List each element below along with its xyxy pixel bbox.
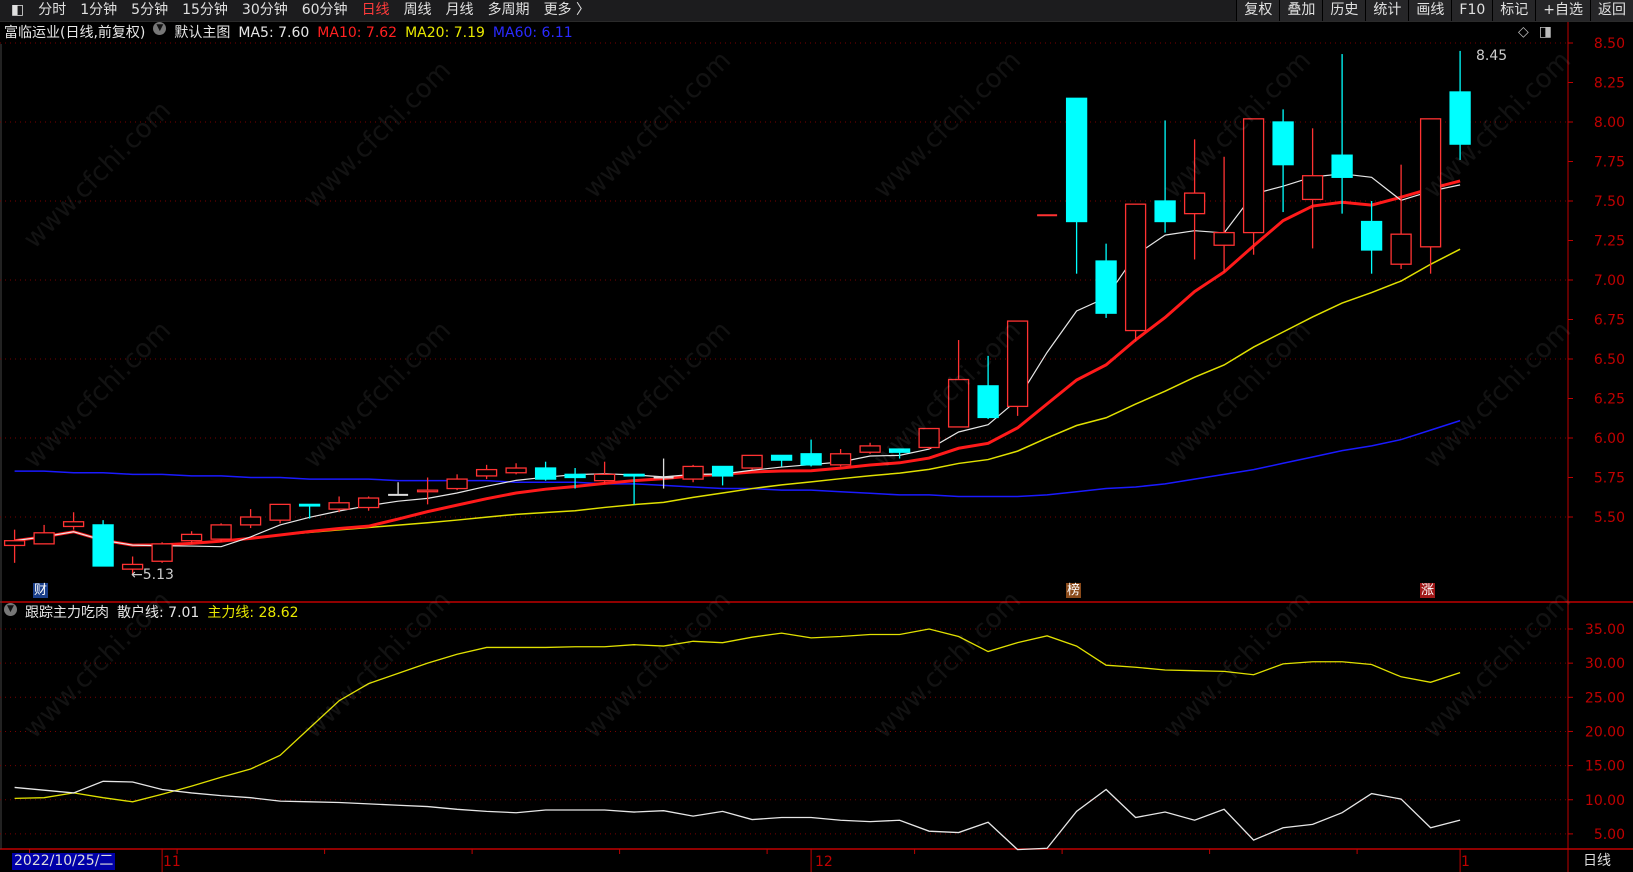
y-tick-label: 6.25 xyxy=(1594,392,1625,408)
cursor-date: 2022/10/25/二 xyxy=(12,853,116,870)
retail-line xyxy=(14,780,1461,851)
month-label-nov: 11 xyxy=(163,854,181,870)
y-tick-label: 7.00 xyxy=(1594,273,1625,289)
candle-body xyxy=(269,503,291,521)
candle-body xyxy=(298,503,321,507)
ma20-line xyxy=(14,248,1461,546)
candle-body xyxy=(947,378,970,428)
candle-body xyxy=(770,454,793,461)
period-label[interactable]: 日线 xyxy=(1583,853,1611,870)
y-tick-label: 7.50 xyxy=(1594,194,1625,210)
candle-body xyxy=(623,473,645,477)
sub-y-tick-label: 35.00 xyxy=(1585,622,1625,638)
main-force-line xyxy=(14,628,1461,803)
candle-body xyxy=(3,540,26,547)
y-tick-label: 6.00 xyxy=(1594,431,1625,447)
candle-body xyxy=(357,497,380,509)
candle-body xyxy=(741,454,763,469)
candle-body xyxy=(1331,154,1353,178)
financial-report-marker[interactable]: 财 xyxy=(33,583,49,598)
sub-y-tick-label: 25.00 xyxy=(1585,690,1625,706)
candle-body xyxy=(62,521,85,528)
candle-body xyxy=(800,453,822,466)
candle-body xyxy=(416,489,439,493)
candle-body xyxy=(1301,175,1324,201)
sub-y-tick-label: 10.00 xyxy=(1585,793,1625,809)
candle-body xyxy=(1390,233,1412,265)
y-tick-label: 6.75 xyxy=(1594,313,1625,329)
candle-body xyxy=(977,385,999,419)
candle-body xyxy=(239,516,262,526)
candle-body xyxy=(1449,91,1471,145)
candle-body xyxy=(1213,231,1235,246)
candle-body xyxy=(1272,121,1294,166)
candle-body xyxy=(328,502,350,510)
sub-y-tick-label: 5.00 xyxy=(1594,827,1625,843)
candle-body xyxy=(151,543,173,562)
candle-body xyxy=(1124,203,1147,332)
candle-body xyxy=(210,524,232,540)
candle-body xyxy=(1242,118,1265,234)
candle-body xyxy=(888,448,911,453)
candle-body xyxy=(33,532,55,545)
chart-canvas[interactable]: 8.50 8.25 8.00 7.75 7.50 7.25 7.00 6.75 6.50 6.25… xyxy=(0,0,1633,872)
candle-body xyxy=(1095,260,1117,314)
candle-body xyxy=(475,468,498,477)
y-tick-label: 8.00 xyxy=(1594,115,1625,131)
month-label-jan: 1 xyxy=(1461,854,1470,870)
candle-body xyxy=(92,524,114,567)
low-price-label: ←5.13 xyxy=(131,567,174,583)
candle-body xyxy=(564,473,586,479)
ma60-line xyxy=(14,419,1461,498)
candle-body xyxy=(593,473,616,482)
candle-body xyxy=(829,453,852,466)
candle-body xyxy=(711,465,734,477)
sub-y-tick-label: 15.00 xyxy=(1585,759,1625,775)
high-price-label: 8.45 xyxy=(1476,48,1508,64)
y-tick-label: 7.25 xyxy=(1594,234,1625,250)
y-tick-label: 5.75 xyxy=(1594,471,1625,487)
candle-body xyxy=(1419,118,1442,248)
candle-body xyxy=(446,478,468,490)
sub-y-tick-label: 20.00 xyxy=(1585,724,1625,740)
candle-body xyxy=(859,445,881,453)
candle-body xyxy=(1065,97,1088,223)
candle-body xyxy=(1183,192,1206,215)
ranking-list-marker[interactable]: 榜 xyxy=(1066,583,1082,598)
y-tick-label: 5.50 xyxy=(1594,510,1625,526)
candle-body xyxy=(534,467,557,480)
candle-body xyxy=(505,467,527,474)
y-tick-label: 8.25 xyxy=(1594,76,1625,92)
candle-body xyxy=(1006,320,1029,408)
candle-body xyxy=(180,533,203,542)
y-tick-label: 8.50 xyxy=(1594,36,1625,52)
candle-body xyxy=(918,427,940,449)
month-label-dec: 12 xyxy=(815,854,833,870)
candle-body xyxy=(1154,200,1176,223)
candle-body xyxy=(682,465,704,480)
candle-body xyxy=(1360,220,1383,251)
sub-y-tick-label: 30.00 xyxy=(1585,656,1625,672)
y-tick-label: 6.50 xyxy=(1594,352,1625,368)
y-tick-label: 7.75 xyxy=(1594,155,1625,171)
limit-up-marker[interactable]: 涨 xyxy=(1420,583,1436,598)
